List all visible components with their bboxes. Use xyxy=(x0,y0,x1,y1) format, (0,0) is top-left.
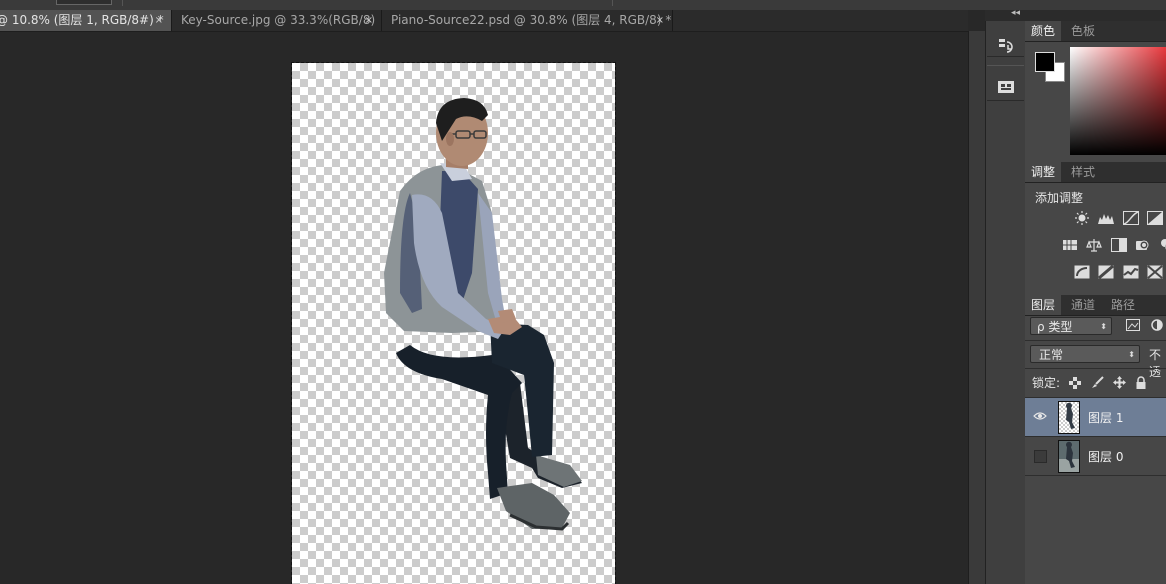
channel-mixer-icon[interactable] xyxy=(1159,238,1166,252)
layer-row[interactable]: 图层 0 xyxy=(1025,436,1166,476)
layer-name[interactable]: 图层 1 xyxy=(1088,409,1123,426)
posterize-icon[interactable] xyxy=(1098,264,1114,280)
close-icon[interactable]: × xyxy=(656,10,664,31)
eye-icon[interactable] xyxy=(1033,410,1047,422)
tab-paths[interactable]: 路径 xyxy=(1105,295,1141,315)
color-panel xyxy=(1025,42,1166,162)
brightness-contrast-icon[interactable] xyxy=(1074,211,1090,225)
strip-divider xyxy=(987,65,1024,66)
layer-thumbnail xyxy=(1058,440,1080,473)
layer-name[interactable]: 图层 0 xyxy=(1088,448,1123,465)
close-icon[interactable]: × xyxy=(365,10,373,31)
lock-label: 锁定: xyxy=(1032,376,1061,390)
filter-pixel-icon[interactable] xyxy=(1126,319,1142,333)
person-cutout-image xyxy=(384,98,582,531)
levels-icon[interactable] xyxy=(1098,211,1114,225)
tab-label: Key-Source.jpg @ 33.3%(RGB/8) xyxy=(181,13,376,27)
chevron-updown-icon: ⬍ xyxy=(1100,322,1107,331)
panel-collapse-bar[interactable]: ◂◂ xyxy=(985,8,1166,21)
panel-icon-strip xyxy=(985,21,1026,584)
opacity-label: 不透 xyxy=(1149,348,1162,379)
vertical-scrollbar[interactable] xyxy=(968,31,986,584)
lock-image-pixels-icon[interactable] xyxy=(1091,376,1104,388)
layer-filter-dropdown[interactable]: ρ 类型 ⬍ xyxy=(1030,317,1112,335)
chevron-updown-icon: ⬍ xyxy=(1128,350,1135,359)
tab-document-1[interactable]: @ 10.8% (图层 1, RGB/8#) * × xyxy=(0,10,172,31)
tab-piano-source[interactable]: Piano-Source22.psd @ 30.8% (图层 4, RGB/8)… xyxy=(382,10,673,31)
tab-label: @ 10.8% (图层 1, RGB/8#) * xyxy=(0,13,164,27)
tab-swatches[interactable]: 色板 xyxy=(1065,21,1101,41)
foreground-color-swatch[interactable] xyxy=(1035,52,1055,72)
lock-all-icon[interactable] xyxy=(1135,376,1147,389)
invert-icon[interactable] xyxy=(1074,265,1090,279)
options-bar-divider xyxy=(122,0,123,6)
strip-divider xyxy=(987,100,1024,101)
tab-channels[interactable]: 通道 xyxy=(1065,295,1101,315)
right-panel-dock: 颜色 色板 调整 样式 添加调整 图层 通道 路径 ρ 类型 ⬍ 正常 ⬍ 不透… xyxy=(1025,21,1166,584)
panel-divider xyxy=(1025,368,1166,369)
gradient-map-icon[interactable] xyxy=(1147,265,1163,279)
options-bar-field[interactable] xyxy=(56,0,112,5)
close-icon[interactable]: × xyxy=(155,10,163,31)
exposure-icon[interactable] xyxy=(1147,211,1163,225)
document-canvas[interactable] xyxy=(291,62,616,584)
panel-divider xyxy=(1025,340,1166,341)
layer-thumbnail xyxy=(1058,401,1080,434)
adjustments-panel-tabs: 调整 样式 xyxy=(1025,162,1166,183)
color-panel-tabs: 颜色 色板 xyxy=(1025,21,1166,42)
properties-icon[interactable] xyxy=(995,76,1017,98)
filter-adjustment-icon[interactable] xyxy=(1150,319,1166,333)
blend-mode-label: 正常 xyxy=(1039,348,1064,362)
add-adjustment-title: 添加调整 xyxy=(1035,191,1084,205)
collapse-icon[interactable]: ◂◂ xyxy=(1011,8,1020,18)
adjustments-panel: 添加调整 xyxy=(1025,183,1166,295)
options-bar xyxy=(0,0,1166,10)
curves-icon[interactable] xyxy=(1123,211,1139,225)
tab-adjustments[interactable]: 调整 xyxy=(1025,162,1062,182)
layer-filter-label: ρ 类型 xyxy=(1037,320,1073,334)
document-tab-bar: @ 10.8% (图层 1, RGB/8#) * × Key-Source.jp… xyxy=(0,10,968,32)
color-balance-icon[interactable] xyxy=(1086,238,1102,252)
layers-panel: ρ 类型 ⬍ 正常 ⬍ 不透 锁定: 图层 1 图层 0 xyxy=(1025,316,1166,584)
visibility-toggle[interactable] xyxy=(1034,450,1047,463)
lock-position-icon[interactable] xyxy=(1113,376,1126,389)
strip-divider xyxy=(987,56,1024,57)
layers-panel-tabs: 图层 通道 路径 xyxy=(1025,295,1166,316)
photo-filter-icon[interactable] xyxy=(1135,238,1151,252)
blend-mode-dropdown[interactable]: 正常 ⬍ xyxy=(1030,345,1140,363)
layer-row[interactable]: 图层 1 xyxy=(1025,397,1166,436)
threshold-icon[interactable] xyxy=(1123,265,1139,279)
black-white-icon[interactable] xyxy=(1111,238,1127,252)
color-spectrum[interactable] xyxy=(1070,47,1166,155)
tab-label: Piano-Source22.psd @ 30.8% (图层 4, RGB/8)… xyxy=(391,13,672,27)
options-bar-divider xyxy=(612,0,613,6)
lock-transparent-pixels-icon[interactable] xyxy=(1069,377,1081,389)
history-icon[interactable] xyxy=(995,36,1017,58)
tab-styles[interactable]: 样式 xyxy=(1065,162,1101,182)
vibrance-icon[interactable] xyxy=(1062,238,1078,252)
tab-key-source[interactable]: Key-Source.jpg @ 33.3%(RGB/8) × xyxy=(172,10,382,31)
tab-layers[interactable]: 图层 xyxy=(1025,295,1062,315)
tab-color[interactable]: 颜色 xyxy=(1025,21,1062,41)
